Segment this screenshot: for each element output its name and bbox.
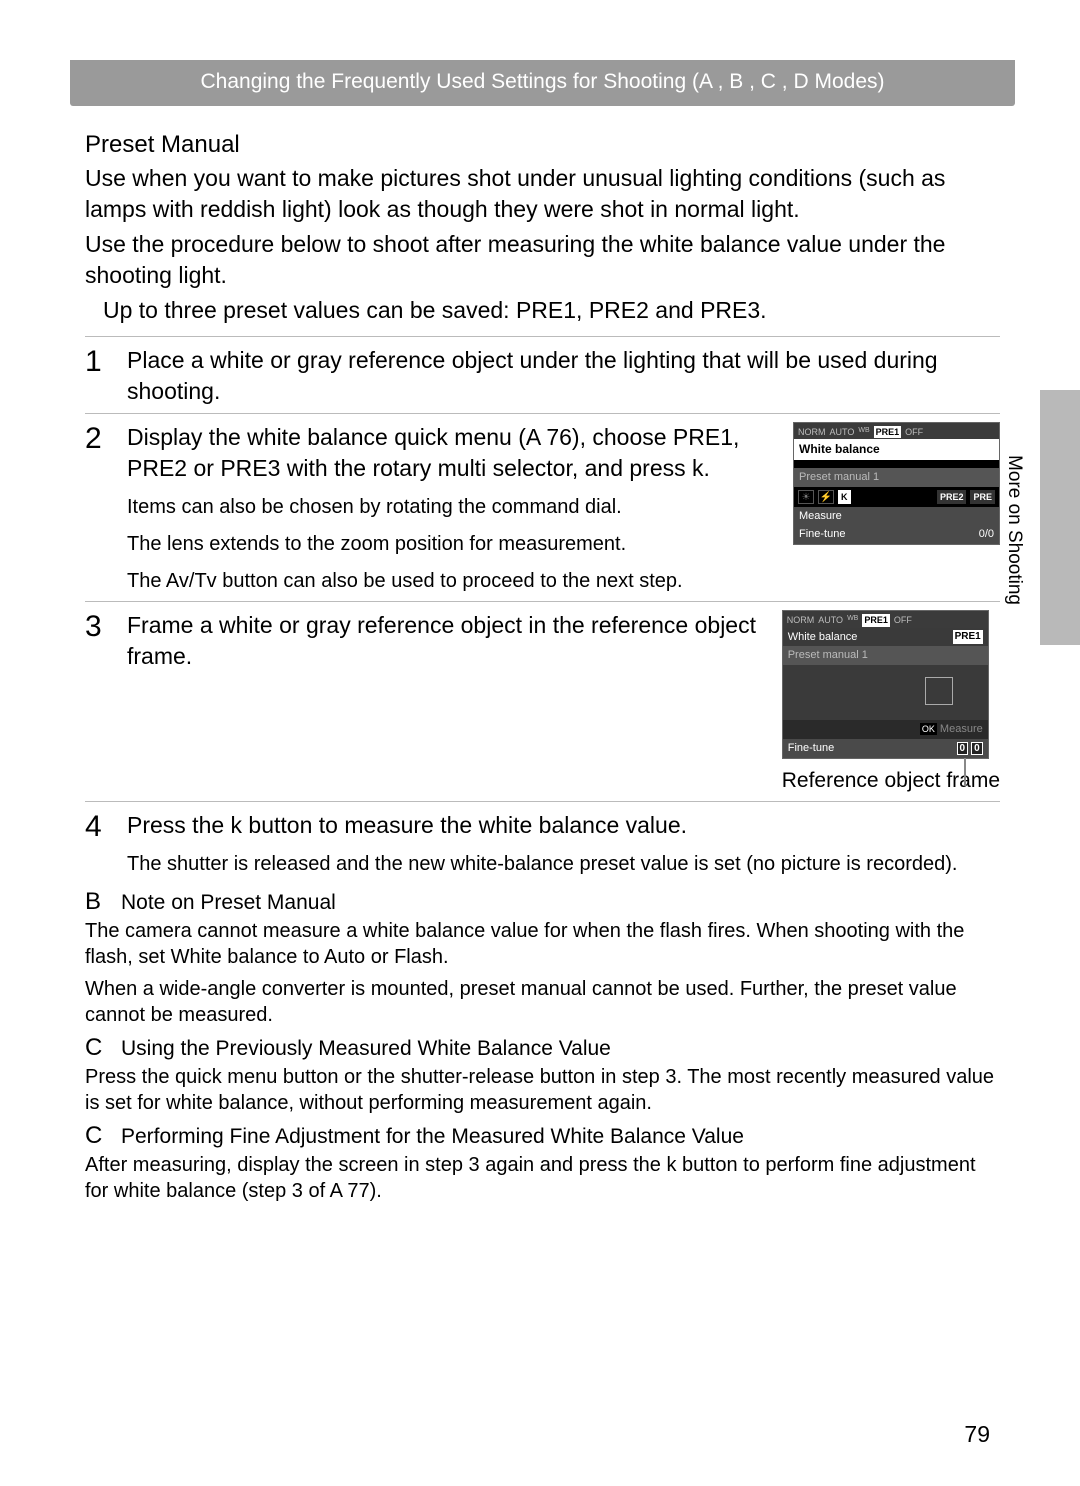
note-1: B Note on Preset Manual bbox=[85, 888, 1000, 916]
step-text: Display the white balance quick menu (A … bbox=[127, 422, 781, 484]
note-body: When a wide-angle converter is mounted, … bbox=[85, 976, 1000, 1028]
body-bullet: Up to three preset values can be saved: … bbox=[103, 295, 1000, 326]
step-text: Place a white or gray reference object u… bbox=[127, 345, 1000, 407]
lcd-top-wb: WB bbox=[847, 614, 858, 626]
lcd-preset-row: Preset manual 1 bbox=[794, 468, 999, 487]
note-body: The camera cannot measure a white balanc… bbox=[85, 918, 1000, 970]
lcd-top-pre1: PRE1 bbox=[862, 614, 890, 626]
wb-icon: ☀ bbox=[798, 490, 814, 504]
step-2: 2 Display the white balance quick menu (… bbox=[85, 413, 1000, 601]
note-title: Performing Fine Adjustment for the Measu… bbox=[121, 1125, 744, 1149]
note-3: C Performing Fine Adjustment for the Mea… bbox=[85, 1122, 1000, 1150]
step-sub-1: Items can also be chosen by rotating the… bbox=[127, 494, 781, 521]
lcd-pre-badge: PRE1 bbox=[953, 630, 983, 645]
lcd-finetune: Fine-tune bbox=[788, 741, 834, 756]
note-icon: B bbox=[85, 888, 121, 916]
step-text: Press the k button to measure the white … bbox=[127, 810, 1000, 841]
step-sub-3: The Av/Tv button can also be used to pro… bbox=[127, 568, 781, 595]
step-sub-2: The lens extends to the zoom position fo… bbox=[127, 531, 781, 558]
lcd-top-auto: AUTO bbox=[830, 426, 855, 438]
wb-icon: ⚡ bbox=[818, 490, 834, 504]
lcd-title: White balance bbox=[794, 439, 999, 459]
lcd-top-wb: WB bbox=[858, 426, 869, 438]
lcd-preset-row: Preset manual 1 bbox=[783, 646, 988, 665]
note-2: C Using the Previously Measured White Ba… bbox=[85, 1034, 1000, 1062]
ok-icon: OK bbox=[920, 723, 937, 735]
wb-pre2: PRE2 bbox=[937, 490, 967, 504]
note-title: Note on Preset Manual bbox=[121, 891, 336, 915]
lcd-figure-1: NORM AUTO WB PRE1 OFF White balance Pres… bbox=[793, 422, 1000, 545]
lcd-top-norm: NORM bbox=[798, 426, 826, 438]
lcd-ft-v2: 0 bbox=[971, 742, 983, 755]
lcd-top-off: OFF bbox=[905, 426, 923, 438]
section-title: Preset Manual bbox=[85, 131, 1000, 159]
step-number: 3 bbox=[85, 610, 127, 795]
lcd-title: White balance bbox=[788, 630, 858, 645]
step-number: 4 bbox=[85, 810, 127, 878]
note-icon: C bbox=[85, 1034, 121, 1062]
reference-frame-caption: Reference object frame bbox=[782, 767, 1000, 795]
wb-k-icon: K bbox=[838, 490, 851, 504]
lcd-ft-v1: 0 bbox=[957, 742, 969, 755]
note-title: Using the Previously Measured White Bala… bbox=[121, 1037, 611, 1061]
lcd-finetune: Fine-tune bbox=[799, 527, 845, 542]
note-body: Press the quick menu button or the shutt… bbox=[85, 1064, 1000, 1116]
lcd-top-off: OFF bbox=[894, 614, 912, 626]
reference-frame-box bbox=[925, 677, 953, 705]
reference-pointer-line bbox=[964, 758, 966, 786]
body-para-1: Use when you want to make pictures shot … bbox=[85, 163, 1000, 225]
lcd-measure: Measure bbox=[940, 723, 983, 735]
step-4: 4 Press the k button to measure the whit… bbox=[85, 801, 1000, 884]
lcd-top-pre1: PRE1 bbox=[874, 426, 902, 438]
step-number: 2 bbox=[85, 422, 127, 595]
lcd-measure: Measure bbox=[799, 509, 842, 524]
step-sub-1: The shutter is released and the new whit… bbox=[127, 851, 1000, 878]
step-1: 1 Place a white or gray reference object… bbox=[85, 336, 1000, 413]
wb-pre3: PRE bbox=[970, 490, 995, 504]
step-number: 1 bbox=[85, 345, 127, 407]
note-icon: C bbox=[85, 1122, 121, 1150]
page-number: 79 bbox=[964, 1421, 990, 1448]
step-3: 3 Frame a white or gray reference object… bbox=[85, 601, 1000, 801]
body-para-2: Use the procedure below to shoot after m… bbox=[85, 229, 1000, 291]
lcd-figure-2: NORM AUTO WB PRE1 OFF White balance PRE1… bbox=[782, 610, 989, 759]
note-body: After measuring, display the screen in s… bbox=[85, 1152, 1000, 1204]
lcd-top-norm: NORM bbox=[787, 614, 815, 626]
page-header: Changing the Frequently Used Settings fo… bbox=[70, 60, 1015, 106]
lcd-top-auto: AUTO bbox=[818, 614, 843, 626]
step-text: Frame a white or gray reference object i… bbox=[127, 610, 770, 672]
lcd-finetune-value: 0/0 bbox=[979, 527, 994, 542]
